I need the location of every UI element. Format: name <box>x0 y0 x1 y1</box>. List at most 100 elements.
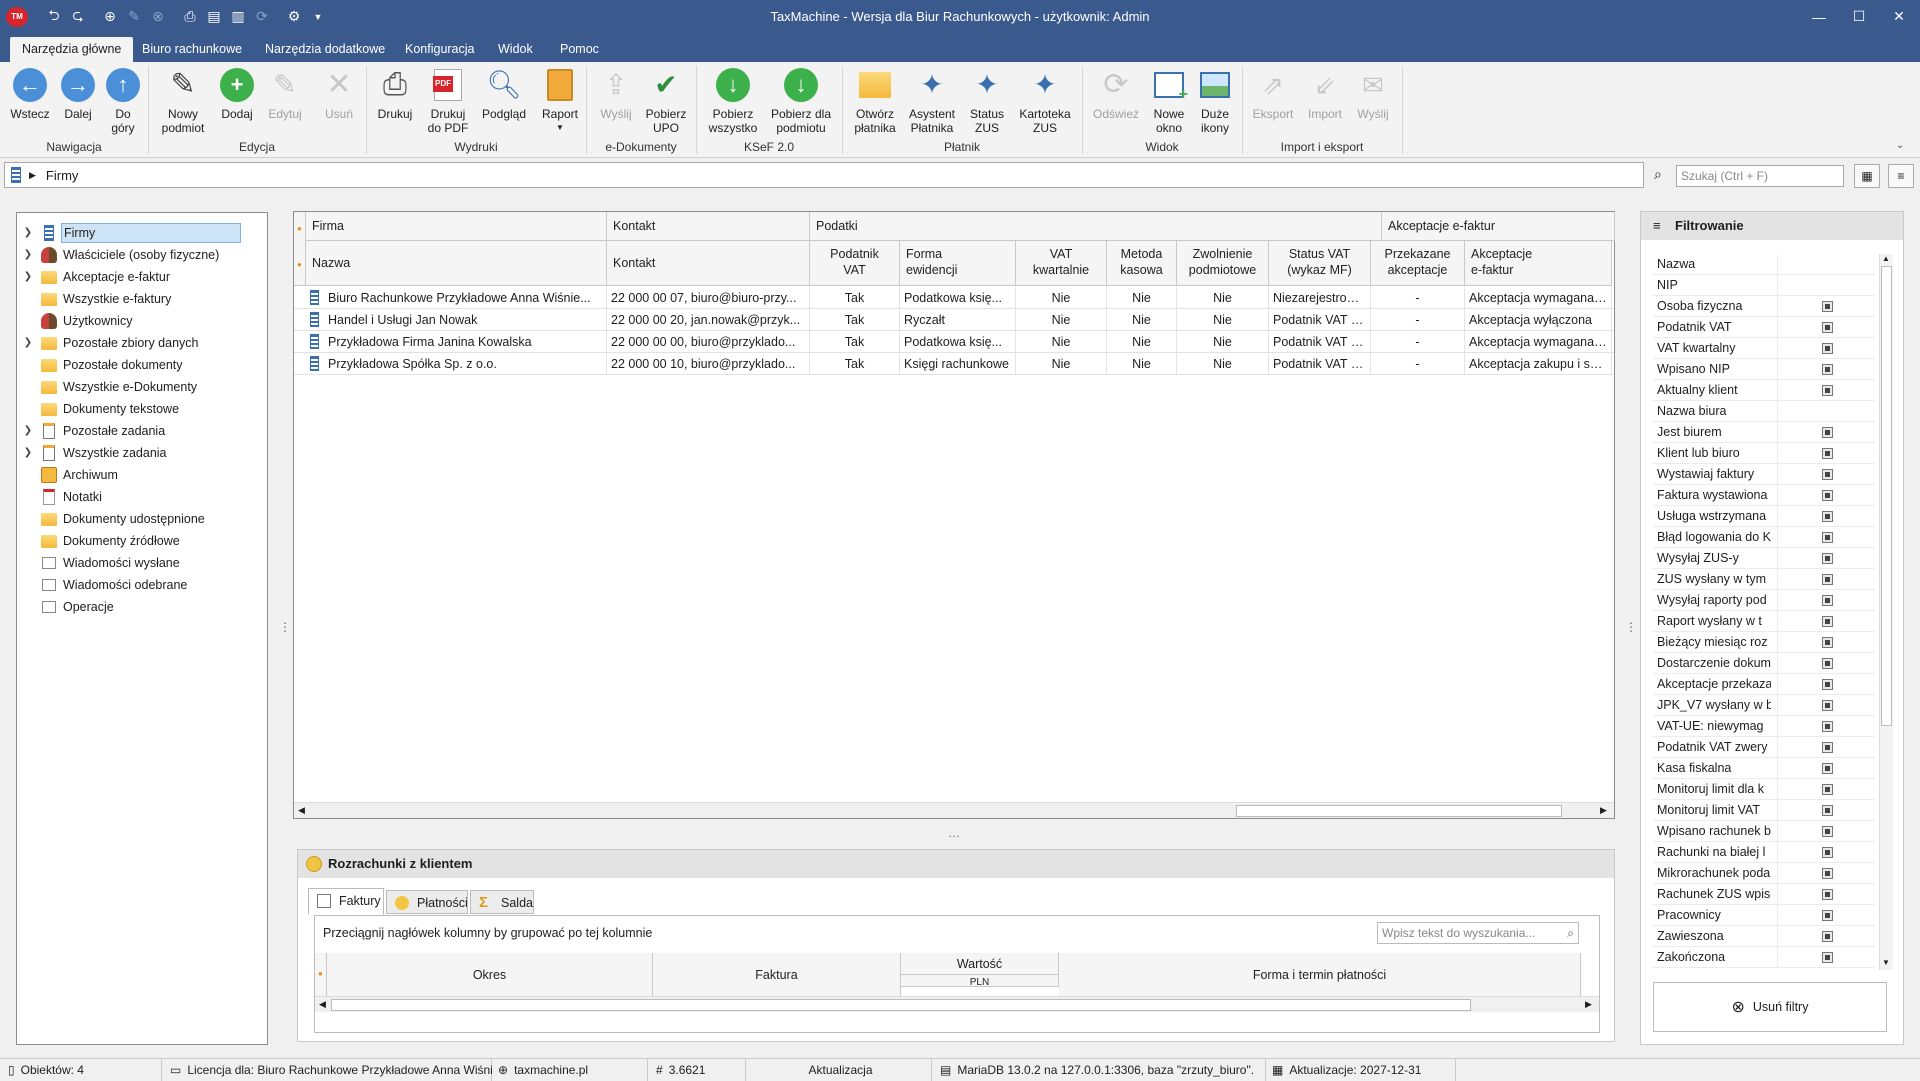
status-zus-button[interactable]: ✦ Status ZUS <box>962 66 1012 140</box>
filter-row[interactable]: Wysyłaj raporty pod <box>1653 590 1875 611</box>
clear-filters-button[interactable]: ⊗ Usuń filtry <box>1653 982 1887 1032</box>
filter-checkbox[interactable] <box>1777 653 1869 674</box>
column-header[interactable]: Przekazane akceptacje <box>1371 241 1465 286</box>
column-header[interactable]: Nazwa <box>306 241 607 286</box>
gear-icon[interactable]: ⚙ <box>283 6 305 28</box>
filter-row[interactable]: Wpisano rachunek b <box>1653 821 1875 842</box>
drukuj-pdf-button[interactable]: PDF Drukuj do PDF <box>424 66 472 140</box>
filter-row[interactable]: Bieżący miesiąc roz <box>1653 632 1875 653</box>
table-row[interactable]: Biuro Rachunkowe Przykładowe Anna Wiśnie… <box>294 287 1614 309</box>
filter-row[interactable]: Podatnik VAT zwery <box>1653 737 1875 758</box>
column-header[interactable]: Status VAT (wykaz MF) <box>1269 241 1371 286</box>
status-website[interactable]: ⊕ taxmachine.pl <box>492 1059 648 1081</box>
filter-checkbox[interactable] <box>1777 527 1869 548</box>
bottom-splitter[interactable]: … <box>948 826 960 840</box>
column-header[interactable]: Akceptacje e-faktur <box>1465 241 1612 286</box>
filter-row[interactable]: VAT-UE: niewymag <box>1653 716 1875 737</box>
expand-icon[interactable]: ❯ <box>23 421 33 441</box>
filter-text-input[interactable] <box>1777 401 1869 422</box>
grid-view-icon[interactable]: ▦ <box>1854 164 1880 188</box>
path-box[interactable]: ▶ Firmy <box>4 162 1644 188</box>
filter-row[interactable]: Zawieszona <box>1653 926 1875 947</box>
filter-checkbox[interactable] <box>1777 779 1869 800</box>
filter-row[interactable]: NIP <box>1653 275 1875 296</box>
column-header[interactable]: Forma ewidencji <box>900 241 1016 286</box>
column-header[interactable]: Metoda kasowa <box>1107 241 1177 286</box>
tab-widok[interactable]: Widok <box>486 37 545 62</box>
filter-row[interactable]: Jest biurem <box>1653 422 1875 443</box>
table-row[interactable]: Przykładowa Spółka Sp. z o.o. 22 000 00 1… <box>294 353 1614 375</box>
filter-checkbox[interactable] <box>1777 464 1869 485</box>
filter-checkbox[interactable] <box>1777 569 1869 590</box>
filter-checkbox[interactable] <box>1777 737 1869 758</box>
pobierz-dla-podmiotu-button[interactable]: ↓ Pobierz dla podmiotu <box>766 66 836 140</box>
filter-row[interactable]: Klient lub biuro <box>1653 443 1875 464</box>
filter-row[interactable]: Rachunki na białej l <box>1653 842 1875 863</box>
filter-checkbox[interactable] <box>1777 926 1869 947</box>
filter-checkbox[interactable] <box>1777 821 1869 842</box>
kartoteka-zus-button[interactable]: ✦ Kartoteka ZUS <box>1014 66 1076 140</box>
filter-row[interactable]: Kasa fiskalna <box>1653 758 1875 779</box>
filter-row[interactable]: Zakończona <box>1653 947 1875 968</box>
filter-row[interactable]: Wysyłaj ZUS-y <box>1653 548 1875 569</box>
add-icon[interactable]: ⊕ <box>99 6 121 28</box>
filter-icon[interactable]: ≡ <box>1888 164 1914 188</box>
left-splitter[interactable]: ⋮ <box>279 620 291 634</box>
otworz-platnika-button[interactable]: Otwórz płatnika <box>848 66 902 140</box>
save-icon[interactable]: ▥ <box>227 6 249 28</box>
print-icon[interactable]: ⎙ <box>179 6 201 28</box>
filter-checkbox[interactable] <box>1777 485 1869 506</box>
filter-checkbox[interactable] <box>1777 947 1869 968</box>
pobierz-upo-button[interactable]: ✔ Pobierz UPO <box>642 66 690 140</box>
raport-button[interactable]: Raport ▼ <box>534 66 586 140</box>
filter-checkbox[interactable] <box>1777 695 1869 716</box>
tab-konfiguracja[interactable]: Konfiguracja <box>393 37 487 62</box>
pobierz-wszystko-button[interactable]: ↓ Pobierz wszystko <box>702 66 764 140</box>
asystent-platnika-button[interactable]: ✦ Asystent Płatnika <box>904 66 960 140</box>
column-header[interactable]: VAT kwartalnie <box>1016 241 1107 286</box>
filter-checkbox[interactable] <box>1777 548 1869 569</box>
column-header[interactable]: Kontakt <box>607 241 810 286</box>
horizontal-scrollbar[interactable]: ◀ ▶ <box>294 802 1614 818</box>
preview-icon[interactable]: ▤ <box>203 6 225 28</box>
filter-text-input[interactable] <box>1777 254 1869 275</box>
filter-checkbox[interactable] <box>1777 506 1869 527</box>
filter-checkbox[interactable] <box>1777 632 1869 653</box>
close-button[interactable]: ✕ <box>1876 0 1920 33</box>
nowy-podmiot-button[interactable]: ✎ Nowy podmiot <box>156 66 210 140</box>
band-header[interactable]: Podatki <box>810 212 1382 241</box>
filter-row[interactable]: VAT kwartalny <box>1653 338 1875 359</box>
column-header[interactable]: Podatnik VAT <box>810 241 900 286</box>
column-wartosc[interactable]: Wartość <box>901 953 1059 975</box>
tab-salda[interactable]: Σ Salda <box>470 890 534 914</box>
filter-checkbox[interactable] <box>1777 905 1869 926</box>
column-faktura[interactable]: Faktura <box>653 953 901 997</box>
filter-row[interactable]: Błąd logowania do K <box>1653 527 1875 548</box>
filter-row[interactable]: Rachunek ZUS wpis <box>1653 884 1875 905</box>
expand-icon[interactable]: ❯ <box>23 223 33 243</box>
filter-row[interactable]: Raport wysłany w t <box>1653 611 1875 632</box>
dodaj-button[interactable]: + Dodaj <box>214 66 260 140</box>
band-header[interactable]: Kontakt <box>607 212 810 241</box>
tab-faktury[interactable]: Faktury <box>308 888 384 915</box>
band-header[interactable]: Firma <box>306 212 607 241</box>
search-input[interactable]: Szukaj (Ctrl + F) <box>1676 165 1844 187</box>
filter-checkbox[interactable] <box>1777 842 1869 863</box>
filter-row[interactable]: Nazwa <box>1653 254 1875 275</box>
do-gory-button[interactable]: ↑ Do góry <box>100 66 146 140</box>
ribbon-collapse-icon[interactable]: ⌄ <box>1896 140 1904 151</box>
filter-checkbox[interactable] <box>1777 863 1869 884</box>
filter-checkbox[interactable] <box>1777 716 1869 737</box>
tab-narzedzia-dodatkowe[interactable]: Narzędzia dodatkowe <box>253 37 397 62</box>
forward-icon[interactable]: ⮎ <box>67 6 89 28</box>
expand-icon[interactable]: ❯ <box>23 267 33 287</box>
filter-checkbox[interactable] <box>1777 338 1869 359</box>
expand-icon[interactable]: ❯ <box>23 333 33 353</box>
filter-row[interactable]: Wystawiaj faktury <box>1653 464 1875 485</box>
band-header[interactable]: Akceptacje e-faktur <box>1382 212 1615 241</box>
dalej-button[interactable]: → Dalej <box>54 66 102 140</box>
tab-narzedzia-glowne[interactable]: Narzędzia główne <box>10 37 134 62</box>
filter-row[interactable]: Aktualny klient <box>1653 380 1875 401</box>
filter-row[interactable]: Pracownicy <box>1653 905 1875 926</box>
filter-checkbox[interactable] <box>1777 800 1869 821</box>
